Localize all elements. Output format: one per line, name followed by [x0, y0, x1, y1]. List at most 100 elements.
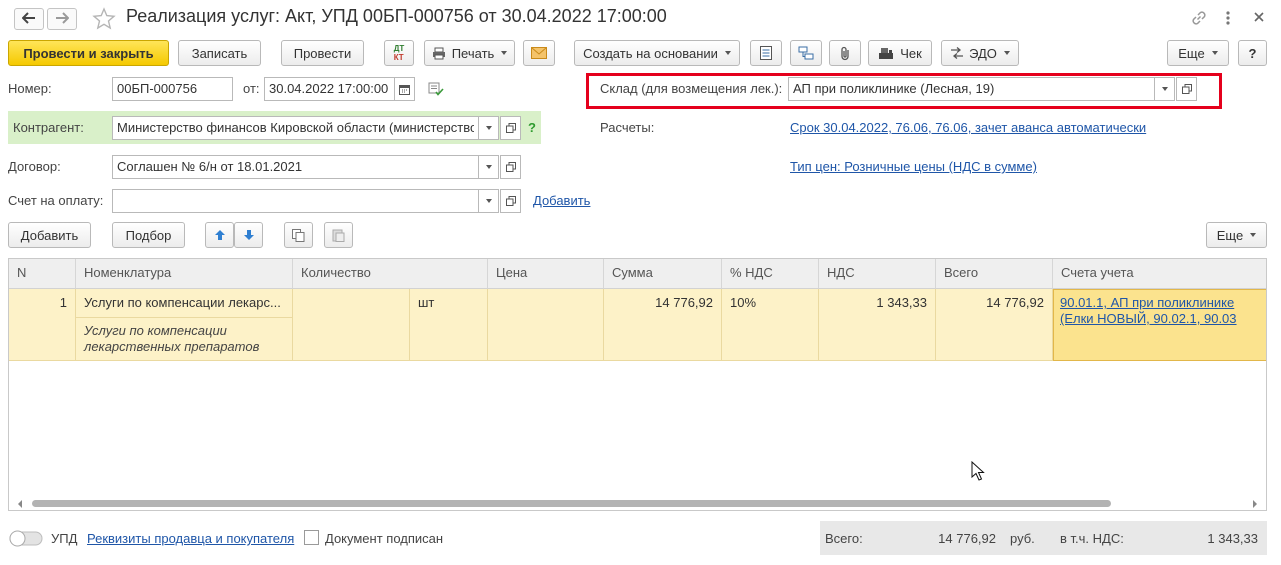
- col-header-vat-rate[interactable]: % НДС: [722, 259, 819, 289]
- settlements-link[interactable]: Срок 30.04.2022, 76.06, 76.06, зачет ава…: [790, 120, 1146, 135]
- add-row-button[interactable]: Добавить: [8, 222, 91, 248]
- contract-field[interactable]: Соглашен № 6/н от 18.01.2021: [112, 155, 479, 179]
- goods-table[interactable]: N Номенклатура Количество Цена Сумма % Н…: [8, 258, 1267, 511]
- number-field[interactable]: 00БП-000756: [112, 77, 233, 101]
- more-vertical-icon[interactable]: [1224, 9, 1232, 30]
- print-button[interactable]: Печать: [424, 40, 515, 66]
- help-button[interactable]: ?: [1238, 40, 1267, 66]
- list-report-button[interactable]: [750, 40, 782, 66]
- cell-sum[interactable]: 14 776,92: [604, 289, 722, 361]
- receipt-button[interactable]: Чек: [868, 40, 932, 66]
- cell-n[interactable]: 1: [9, 289, 76, 361]
- col-header-total[interactable]: Всего: [936, 259, 1053, 289]
- cell-quantity[interactable]: [293, 289, 410, 361]
- hierarchy-icon: [798, 46, 814, 60]
- counterparty-field[interactable]: Министерство финансов Кировской области …: [112, 116, 479, 140]
- invoice-dropdown-button[interactable]: [478, 189, 499, 213]
- post-and-close-button[interactable]: Провести и закрыть: [8, 40, 169, 66]
- post-button[interactable]: Провести: [281, 40, 364, 66]
- forward-button[interactable]: [47, 8, 77, 30]
- arrow-up-icon: [214, 229, 226, 241]
- back-button[interactable]: [14, 8, 44, 30]
- printer-icon: [432, 47, 446, 60]
- copy-icon: [292, 228, 305, 242]
- email-button[interactable]: [523, 40, 555, 66]
- move-down-button[interactable]: [234, 222, 263, 248]
- counterparty-label: Контрагент:: [13, 120, 84, 135]
- horizontal-scrollbar[interactable]: [8, 497, 1267, 511]
- link-icon[interactable]: [1190, 9, 1208, 30]
- accounts-link[interactable]: 90.01.1, АП при поликлинике (Елки НОВЫЙ,…: [1060, 295, 1237, 326]
- col-header-accounts[interactable]: Счета учета: [1053, 259, 1266, 289]
- move-up-button[interactable]: [205, 222, 234, 248]
- settlements-label: Расчеты:: [600, 120, 655, 135]
- arrow-left-icon: [21, 11, 36, 27]
- document-signed-checkbox[interactable]: [304, 530, 319, 545]
- col-header-vat[interactable]: НДС: [819, 259, 936, 289]
- counterparty-open-button[interactable]: [500, 116, 521, 140]
- copy-row-button[interactable]: [284, 222, 313, 248]
- clipboard-icon: [332, 228, 345, 242]
- item-name: Услуги по компенсации лекарс...: [76, 289, 292, 318]
- col-header-quantity[interactable]: Количество: [293, 259, 488, 289]
- cash-register-icon: [878, 47, 894, 60]
- dt-kt-button[interactable]: ДТ КТ: [384, 40, 414, 66]
- cell-unit[interactable]: шт: [410, 289, 488, 361]
- document-check-icon[interactable]: [428, 82, 444, 99]
- counterparty-dropdown-button[interactable]: [478, 116, 499, 140]
- edo-button[interactable]: ЭДО: [941, 40, 1019, 66]
- cell-total[interactable]: 14 776,92: [936, 289, 1053, 361]
- total-label: Всего:: [825, 531, 863, 546]
- col-header-price[interactable]: Цена: [488, 259, 604, 289]
- create-based-on-button[interactable]: Создать на основании: [574, 40, 740, 66]
- col-header-sum[interactable]: Сумма: [604, 259, 722, 289]
- more-button[interactable]: Еще: [1167, 40, 1229, 66]
- vat-total-label: в т.ч. НДС:: [1060, 531, 1124, 546]
- arrow-right-icon: [55, 11, 70, 27]
- cell-vat[interactable]: 1 343,33: [819, 289, 936, 361]
- cell-price[interactable]: [488, 289, 604, 361]
- item-description: Услуги по компенсации лекарственных преп…: [84, 323, 260, 354]
- chevron-down-icon: [485, 199, 492, 203]
- mouse-cursor-icon: [971, 460, 985, 485]
- contract-open-button[interactable]: [500, 155, 521, 179]
- table-more-button[interactable]: Еще: [1206, 222, 1267, 248]
- open-form-icon: [505, 123, 516, 133]
- price-type-link[interactable]: Тип цен: Розничные цены (НДС в сумме): [790, 159, 1037, 174]
- invoice-open-button[interactable]: [500, 189, 521, 213]
- more-label: Еще: [1178, 45, 1205, 61]
- highlight-frame: [586, 73, 1222, 109]
- create-based-label: Создать на основании: [583, 45, 718, 61]
- invoice-add-link[interactable]: Добавить: [533, 193, 590, 208]
- date-label: от:: [243, 81, 260, 96]
- paperclip-icon: [839, 46, 851, 61]
- table-more-label: Еще: [1216, 227, 1244, 243]
- contract-label: Договор:: [8, 159, 61, 174]
- upd-toggle[interactable]: [9, 530, 43, 550]
- close-icon[interactable]: [1252, 10, 1266, 27]
- counterparty-help-icon[interactable]: ?: [528, 120, 536, 135]
- favorite-star-icon[interactable]: [92, 7, 116, 34]
- col-header-item[interactable]: Номенклатура: [76, 259, 293, 289]
- requisites-link[interactable]: Реквизиты продавца и покупателя: [87, 531, 294, 546]
- total-value: 14 776,92: [938, 531, 996, 546]
- pick-button[interactable]: Подбор: [112, 222, 185, 248]
- window-title: Реализация услуг: Акт, УПД 00БП-000756 о…: [126, 6, 667, 26]
- cell-item[interactable]: Услуги по компенсации лекарс... Услуги п…: [76, 289, 293, 361]
- col-header-n[interactable]: N: [9, 259, 76, 289]
- contract-dropdown-button[interactable]: [478, 155, 499, 179]
- arrow-down-icon: [243, 229, 255, 241]
- table-row[interactable]: 1 Услуги по компенсации лекарс... Услуги…: [9, 289, 1266, 361]
- calendar-button[interactable]: [394, 77, 415, 101]
- structure-button[interactable]: [790, 40, 822, 66]
- invoice-field[interactable]: [112, 189, 479, 213]
- edo-icon: [950, 47, 964, 59]
- cell-accounts[interactable]: 90.01.1, АП при поликлинике (Елки НОВЫЙ,…: [1053, 289, 1266, 361]
- upd-label: УПД: [51, 531, 78, 546]
- paste-button[interactable]: [324, 222, 353, 248]
- cell-vat-rate[interactable]: 10%: [722, 289, 819, 361]
- attach-button[interactable]: [829, 40, 861, 66]
- save-button[interactable]: Записать: [178, 40, 261, 66]
- chevron-down-icon: [485, 126, 492, 130]
- date-field[interactable]: 30.04.2022 17:00:00: [264, 77, 395, 101]
